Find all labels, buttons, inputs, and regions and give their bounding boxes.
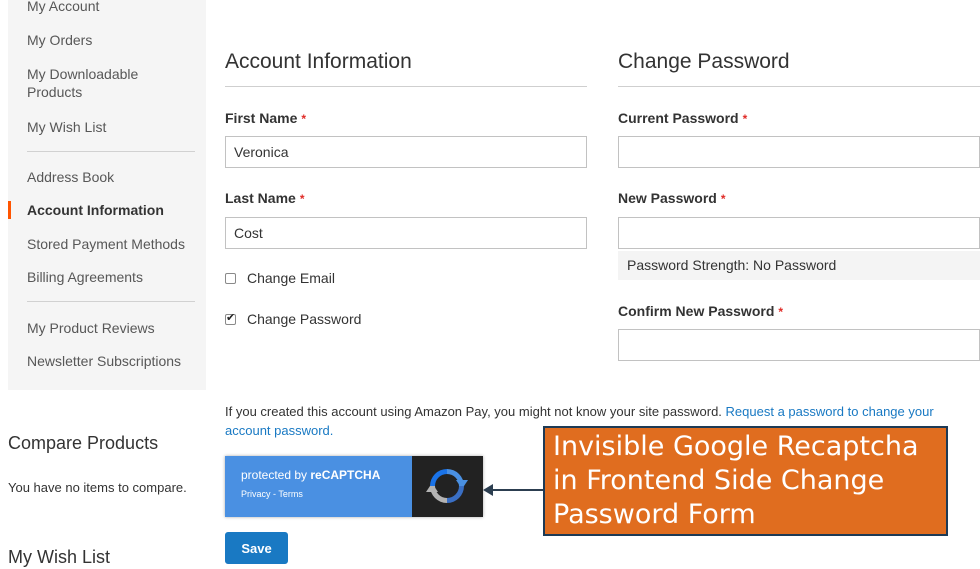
required-mark: *: [778, 305, 784, 319]
save-button[interactable]: Save: [225, 532, 288, 564]
confirm-password-input[interactable]: [618, 329, 980, 361]
current-password-input[interactable]: [618, 136, 980, 168]
callout-arrow-head-icon: [483, 484, 493, 496]
compare-products-title: Compare Products: [8, 433, 159, 453]
sidebar-item-account-information[interactable]: Account Information: [8, 201, 206, 219]
sidebar-item-newsletter-subscriptions[interactable]: Newsletter Subscriptions: [8, 352, 206, 370]
new-password-label: New Password *: [618, 190, 726, 206]
recaptcha-badge-label: protected by reCAPTCHA Privacy - Terms: [225, 456, 412, 517]
sidebar-item-stored-payment-methods[interactable]: Stored Payment Methods: [8, 235, 206, 253]
change-password-checkbox[interactable]: [225, 311, 236, 325]
change-password-row[interactable]: Change Password: [225, 311, 361, 327]
recaptcha-terms-link[interactable]: Terms: [278, 489, 303, 499]
confirm-password-label: Confirm New Password *: [618, 303, 783, 319]
first-name-label: First Name *: [225, 110, 306, 126]
recaptcha-protected-by: protected by: [241, 468, 311, 482]
first-name-input[interactable]: [225, 136, 587, 168]
recaptcha-protected-text: protected by reCAPTCHA: [241, 468, 380, 482]
annotation-callout: Invisible Google Recaptcha in Frontend S…: [543, 426, 948, 536]
required-mark: *: [299, 192, 305, 206]
current-password-label: Current Password *: [618, 110, 747, 126]
change-email-checkbox[interactable]: [225, 272, 236, 284]
sidebar-item-address-book[interactable]: Address Book: [8, 168, 206, 186]
compare-empty-text: You have no items to compare.: [8, 480, 187, 495]
section-rule: [618, 86, 980, 87]
sidebar-item-my-product-reviews[interactable]: My Product Reviews: [8, 319, 206, 337]
password-strength-meter: Password Strength: No Password: [618, 251, 980, 280]
change-email-label[interactable]: Change Email: [247, 270, 335, 286]
recaptcha-links: Privacy - Terms: [241, 489, 303, 499]
recaptcha-privacy-link[interactable]: Privacy: [241, 489, 271, 499]
nav-divider: [27, 151, 195, 152]
recaptcha-logo-icon: [426, 469, 468, 503]
change-password-title: Change Password: [618, 50, 790, 73]
recaptcha-brand: reCAPTCHA: [310, 468, 381, 482]
last-name-label: Last Name *: [225, 190, 304, 206]
sidebar-item-billing-agreements[interactable]: Billing Agreements: [8, 268, 206, 286]
new-password-input[interactable]: [618, 217, 980, 249]
recaptcha-logo-panel: [412, 456, 483, 517]
change-password-label[interactable]: Change Password: [247, 311, 361, 327]
change-email-row[interactable]: Change Email: [225, 270, 335, 286]
first-name-label-text: First Name: [225, 110, 298, 126]
amazon-pay-note-text: If you created this account using Amazon…: [225, 404, 726, 419]
nav-divider: [27, 301, 195, 302]
required-mark: *: [742, 112, 748, 126]
required-mark: *: [301, 112, 307, 126]
last-name-input[interactable]: [225, 217, 587, 249]
new-password-label-text: New Password: [618, 190, 717, 206]
current-password-label-text: Current Password: [618, 110, 739, 126]
section-rule: [225, 86, 587, 87]
account-information-title: Account Information: [225, 50, 412, 73]
sidebar-item-my-account[interactable]: My Account: [8, 0, 206, 15]
account-sidebar: My Account My Orders My Downloadable Pro…: [8, 0, 206, 390]
last-name-label-text: Last Name: [225, 190, 296, 206]
sidebar-item-my-wish-list[interactable]: My Wish List: [8, 118, 206, 136]
wishlist-block-title: My Wish List: [8, 547, 111, 567]
sidebar-item-my-orders[interactable]: My Orders: [8, 31, 206, 49]
recaptcha-badge[interactable]: protected by reCAPTCHA Privacy - Terms: [225, 456, 483, 517]
sidebar-item-my-downloadable-products[interactable]: My Downloadable Products: [8, 65, 168, 101]
confirm-password-label-text: Confirm New Password: [618, 303, 775, 319]
callout-arrow-line: [485, 489, 543, 491]
required-mark: *: [720, 192, 726, 206]
